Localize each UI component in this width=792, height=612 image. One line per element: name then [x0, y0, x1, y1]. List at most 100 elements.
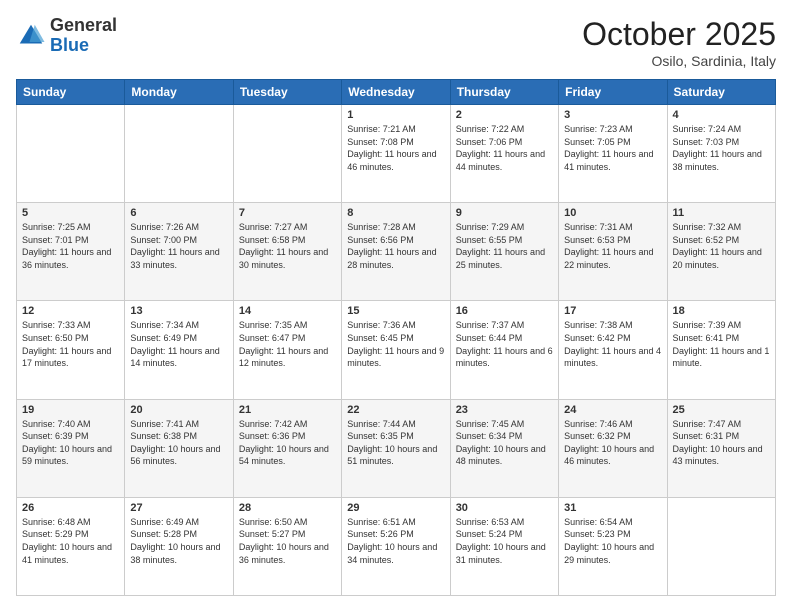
day-info: Sunrise: 7:22 AM Sunset: 7:06 PM Dayligh…	[456, 123, 553, 173]
calendar-cell: 28 Sunrise: 6:50 AM Sunset: 5:27 PM Dayli…	[233, 497, 341, 595]
day-number: 1	[347, 109, 444, 121]
day-info: Sunrise: 7:25 AM Sunset: 7:01 PM Dayligh…	[22, 221, 119, 271]
day-info: Sunrise: 7:35 AM Sunset: 6:47 PM Dayligh…	[239, 319, 336, 369]
calendar-cell: 31Sunrise: 6:54 AM Sunset: 5:23 PM Dayli…	[559, 497, 667, 595]
day-info: Sunrise: 7:41 AM Sunset: 6:38 PM Dayligh…	[130, 418, 227, 468]
day-number: 9	[456, 207, 553, 219]
calendar-header-wednesday: Wednesday	[342, 80, 450, 105]
day-info: Sunrise: 7:37 AM Sunset: 6:44 PM Dayligh…	[456, 319, 553, 369]
day-info: Sunrise: 6:51 AM Sunset: 5:26 PM Dayligh…	[347, 516, 444, 566]
day-info: Sunrise: 6:53 AM Sunset: 5:24 PM Dayligh…	[456, 516, 553, 566]
day-number: 30	[456, 502, 553, 514]
day-number: 14	[239, 305, 336, 317]
logo-text: General Blue	[50, 16, 117, 56]
day-number: 23	[456, 404, 553, 416]
logo-icon	[16, 21, 46, 51]
calendar-cell: 20 Sunrise: 7:41 AM Sunset: 6:38 PM Dayli…	[125, 399, 233, 497]
calendar-cell: 22Sunrise: 7:44 AM Sunset: 6:35 PM Dayli…	[342, 399, 450, 497]
calendar-cell: 4 Sunrise: 7:24 AM Sunset: 7:03 PM Daylig…	[667, 105, 775, 203]
day-number: 19	[22, 404, 119, 416]
day-info: Sunrise: 7:45 AM Sunset: 6:34 PM Dayligh…	[456, 418, 553, 468]
day-info: Sunrise: 7:31 AM Sunset: 6:53 PM Dayligh…	[564, 221, 661, 271]
day-info: Sunrise: 6:48 AM Sunset: 5:29 PM Dayligh…	[22, 516, 119, 566]
day-info: Sunrise: 7:32 AM Sunset: 6:52 PM Dayligh…	[673, 221, 770, 271]
calendar-header-monday: Monday	[125, 80, 233, 105]
day-number: 5	[22, 207, 119, 219]
calendar: SundayMondayTuesdayWednesdayThursdayFrid…	[16, 79, 776, 596]
day-number: 7	[239, 207, 336, 219]
calendar-cell	[667, 497, 775, 595]
calendar-week-row: 5 Sunrise: 7:25 AM Sunset: 7:01 PM Daylig…	[17, 203, 776, 301]
calendar-cell: 17 Sunrise: 7:38 AM Sunset: 6:42 PM Dayli…	[559, 301, 667, 399]
day-info: Sunrise: 7:42 AM Sunset: 6:36 PM Dayligh…	[239, 418, 336, 468]
day-number: 15	[347, 305, 444, 317]
calendar-header-tuesday: Tuesday	[233, 80, 341, 105]
day-number: 16	[456, 305, 553, 317]
day-info: Sunrise: 7:29 AM Sunset: 6:55 PM Dayligh…	[456, 221, 553, 271]
calendar-cell: 6Sunrise: 7:26 AM Sunset: 7:00 PM Daylig…	[125, 203, 233, 301]
day-info: Sunrise: 7:26 AM Sunset: 7:00 PM Dayligh…	[130, 221, 227, 271]
day-number: 10	[564, 207, 661, 219]
day-info: Sunrise: 7:21 AM Sunset: 7:08 PM Dayligh…	[347, 123, 444, 173]
calendar-week-row: 12Sunrise: 7:33 AM Sunset: 6:50 PM Dayli…	[17, 301, 776, 399]
day-info: Sunrise: 7:46 AM Sunset: 6:32 PM Dayligh…	[564, 418, 661, 468]
day-info: Sunrise: 7:38 AM Sunset: 6:42 PM Dayligh…	[564, 319, 661, 369]
day-info: Sunrise: 7:27 AM Sunset: 6:58 PM Dayligh…	[239, 221, 336, 271]
month-title: October 2025	[582, 16, 776, 53]
calendar-cell: 27Sunrise: 6:49 AM Sunset: 5:28 PM Dayli…	[125, 497, 233, 595]
day-info: Sunrise: 6:54 AM Sunset: 5:23 PM Dayligh…	[564, 516, 661, 566]
calendar-cell: 16 Sunrise: 7:37 AM Sunset: 6:44 PM Dayli…	[450, 301, 558, 399]
day-number: 28	[239, 502, 336, 514]
calendar-cell: 2 Sunrise: 7:22 AM Sunset: 7:06 PM Daylig…	[450, 105, 558, 203]
calendar-cell: 18Sunrise: 7:39 AM Sunset: 6:41 PM Dayli…	[667, 301, 775, 399]
day-number: 17	[564, 305, 661, 317]
day-number: 4	[673, 109, 770, 121]
day-info: Sunrise: 7:24 AM Sunset: 7:03 PM Dayligh…	[673, 123, 770, 173]
day-info: Sunrise: 7:44 AM Sunset: 6:35 PM Dayligh…	[347, 418, 444, 468]
page: General Blue October 2025 Osilo, Sardini…	[0, 0, 792, 612]
calendar-cell: 13Sunrise: 7:34 AM Sunset: 6:49 PM Dayli…	[125, 301, 233, 399]
calendar-cell: 10 Sunrise: 7:31 AM Sunset: 6:53 PM Dayli…	[559, 203, 667, 301]
calendar-cell: 12Sunrise: 7:33 AM Sunset: 6:50 PM Dayli…	[17, 301, 125, 399]
calendar-cell: 11Sunrise: 7:32 AM Sunset: 6:52 PM Dayli…	[667, 203, 775, 301]
calendar-cell: 29 Sunrise: 6:51 AM Sunset: 5:26 PM Dayli…	[342, 497, 450, 595]
logo-blue: Blue	[50, 35, 89, 55]
calendar-cell: 25Sunrise: 7:47 AM Sunset: 6:31 PM Dayli…	[667, 399, 775, 497]
calendar-cell: 3Sunrise: 7:23 AM Sunset: 7:05 PM Daylig…	[559, 105, 667, 203]
day-number: 18	[673, 305, 770, 317]
day-info: Sunrise: 7:23 AM Sunset: 7:05 PM Dayligh…	[564, 123, 661, 173]
logo: General Blue	[16, 16, 117, 56]
title-block: October 2025 Osilo, Sardinia, Italy	[582, 16, 776, 69]
calendar-cell: 19Sunrise: 7:40 AM Sunset: 6:39 PM Dayli…	[17, 399, 125, 497]
day-info: Sunrise: 7:36 AM Sunset: 6:45 PM Dayligh…	[347, 319, 444, 369]
day-number: 24	[564, 404, 661, 416]
calendar-header-friday: Friday	[559, 80, 667, 105]
calendar-cell: 26 Sunrise: 6:48 AM Sunset: 5:29 PM Dayli…	[17, 497, 125, 595]
calendar-cell: 5 Sunrise: 7:25 AM Sunset: 7:01 PM Daylig…	[17, 203, 125, 301]
day-info: Sunrise: 7:33 AM Sunset: 6:50 PM Dayligh…	[22, 319, 119, 369]
calendar-cell: 23 Sunrise: 7:45 AM Sunset: 6:34 PM Dayli…	[450, 399, 558, 497]
logo-general: General	[50, 15, 117, 35]
day-number: 21	[239, 404, 336, 416]
calendar-cell: 8 Sunrise: 7:28 AM Sunset: 6:56 PM Daylig…	[342, 203, 450, 301]
calendar-header-sunday: Sunday	[17, 80, 125, 105]
day-number: 27	[130, 502, 227, 514]
day-number: 8	[347, 207, 444, 219]
calendar-cell: 30 Sunrise: 6:53 AM Sunset: 5:24 PM Dayli…	[450, 497, 558, 595]
day-number: 20	[130, 404, 227, 416]
calendar-cell	[233, 105, 341, 203]
calendar-cell: 14 Sunrise: 7:35 AM Sunset: 6:47 PM Dayli…	[233, 301, 341, 399]
day-number: 2	[456, 109, 553, 121]
calendar-cell: 21 Sunrise: 7:42 AM Sunset: 6:36 PM Dayli…	[233, 399, 341, 497]
day-info: Sunrise: 7:28 AM Sunset: 6:56 PM Dayligh…	[347, 221, 444, 271]
calendar-cell	[125, 105, 233, 203]
day-number: 25	[673, 404, 770, 416]
calendar-cell: 7 Sunrise: 7:27 AM Sunset: 6:58 PM Daylig…	[233, 203, 341, 301]
calendar-cell: 24 Sunrise: 7:46 AM Sunset: 6:32 PM Dayli…	[559, 399, 667, 497]
calendar-week-row: 1 Sunrise: 7:21 AM Sunset: 7:08 PM Daylig…	[17, 105, 776, 203]
calendar-header-saturday: Saturday	[667, 80, 775, 105]
day-info: Sunrise: 6:50 AM Sunset: 5:27 PM Dayligh…	[239, 516, 336, 566]
day-number: 26	[22, 502, 119, 514]
day-number: 29	[347, 502, 444, 514]
calendar-header-thursday: Thursday	[450, 80, 558, 105]
